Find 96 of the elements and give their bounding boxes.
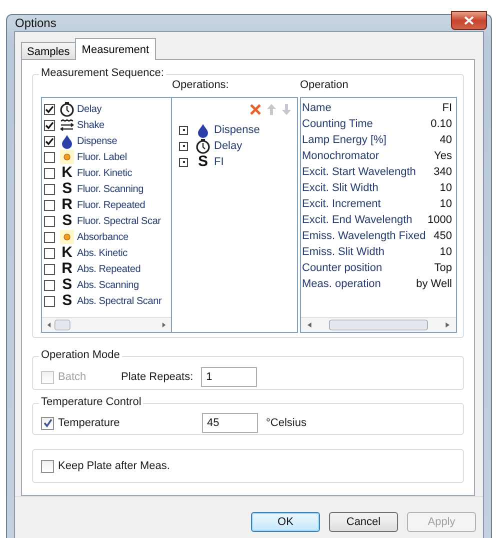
- property-name: Excit. Start Wavelength: [302, 166, 416, 178]
- stopwatch-icon: [195, 138, 211, 154]
- dialog-button[interactable]: OK: [251, 512, 320, 532]
- letter-icon: S: [59, 213, 75, 229]
- field-label: Plate Repeats:: [121, 371, 194, 383]
- list-item[interactable]: Absorbance: [77, 232, 128, 242]
- letter-icon: S: [59, 277, 75, 293]
- list-item[interactable]: Abs. Spectral Scanr: [77, 296, 162, 306]
- property-value: 10: [440, 182, 452, 194]
- list-item[interactable]: Dispense: [77, 136, 118, 146]
- property-name: Excit. Slit Width: [302, 182, 378, 194]
- property-value: FI: [442, 102, 452, 114]
- checkbox[interactable]: [44, 296, 55, 306]
- stopwatch-icon: [59, 101, 75, 117]
- property-name: Meas. operation: [302, 278, 381, 290]
- tree-item[interactable]: Delay: [214, 140, 242, 152]
- property-value: 10: [440, 198, 452, 210]
- group-title: Temperature Control: [39, 396, 144, 408]
- property-name: Counting Time: [302, 118, 373, 130]
- input-field[interactable]: 45: [202, 413, 258, 433]
- shake-icon: [59, 117, 75, 133]
- list-item[interactable]: Fluor. Repeated: [77, 200, 146, 210]
- list-item[interactable]: Fluor. Scanning: [77, 184, 144, 194]
- property-value: 40: [440, 134, 452, 146]
- droplet-icon: [59, 133, 75, 149]
- checkbox[interactable]: [44, 184, 55, 194]
- group-title: Operation Mode: [39, 349, 122, 361]
- checkbox[interactable]: [41, 460, 54, 472]
- letter-icon: K: [59, 245, 75, 261]
- property-value: Yes: [434, 150, 452, 162]
- tree-item[interactable]: Dispense: [214, 124, 260, 136]
- expand-icon[interactable]: [179, 126, 188, 134]
- unit-label: °Celsius: [266, 417, 306, 429]
- checkbox[interactable]: [41, 416, 54, 430]
- tree-item[interactable]: FI: [214, 156, 224, 168]
- property-name: Monochromator: [302, 150, 380, 162]
- column-label: Operation: [300, 79, 348, 91]
- expand-icon[interactable]: [179, 158, 188, 166]
- tab[interactable]: Measurement: [74, 38, 156, 60]
- light-icon: [59, 229, 75, 245]
- list-item[interactable]: Abs. Kinetic: [77, 248, 128, 258]
- property-name: Counter position: [302, 262, 382, 274]
- close-icon: [464, 16, 474, 24]
- droplet-icon: [195, 122, 211, 138]
- property-value: 0.10: [430, 118, 452, 130]
- close-button[interactable]: [451, 10, 487, 30]
- letter-icon: S: [195, 154, 211, 170]
- checkbox[interactable]: [44, 264, 55, 274]
- checkbox[interactable]: [44, 136, 55, 146]
- checkbox[interactable]: [44, 216, 55, 226]
- checkbox[interactable]: [44, 248, 55, 258]
- property-name: Name: [302, 102, 332, 114]
- light-icon: [59, 149, 75, 165]
- group-title: Measurement Sequence:: [39, 67, 166, 79]
- list-item[interactable]: Shake: [77, 120, 104, 130]
- checkbox[interactable]: [44, 200, 55, 210]
- letter-icon: K: [59, 165, 75, 181]
- checkbox[interactable]: [44, 232, 55, 242]
- list-item[interactable]: Fluor. Spectral Scar: [77, 216, 161, 226]
- delete-icon[interactable]: [250, 104, 261, 114]
- list-item[interactable]: Fluor. Kinetic: [77, 168, 132, 178]
- window-title: Options: [15, 16, 56, 30]
- property-value: Top: [434, 262, 452, 274]
- list-item[interactable]: Abs. Scanning: [77, 280, 139, 290]
- property-name: Emiss. Wavelength Fixed: [302, 230, 426, 242]
- checkbox[interactable]: [44, 120, 55, 130]
- letter-icon: R: [59, 261, 75, 277]
- property-name: Excit. Increment: [302, 198, 381, 210]
- property-value: 340: [434, 166, 452, 178]
- checkbox-label: Keep Plate after Meas.: [58, 460, 170, 472]
- property-value: by Well: [416, 278, 452, 290]
- property-name: Lamp Energy [%]: [302, 134, 386, 146]
- tab[interactable]: Samples: [21, 42, 76, 60]
- checkbox[interactable]: [44, 168, 55, 178]
- horizontal-scrollbar[interactable]: [301, 317, 456, 332]
- horizontal-scrollbar[interactable]: [42, 317, 171, 332]
- checkbox-label: Batch: [58, 371, 86, 383]
- column-label: Operations:: [172, 79, 229, 91]
- checkbox[interactable]: [44, 152, 55, 162]
- letter-icon: R: [59, 197, 75, 213]
- letter-icon: S: [59, 293, 75, 309]
- letter-icon: S: [59, 181, 75, 197]
- property-value: 450: [434, 230, 452, 242]
- list-item[interactable]: Fluor. Label: [77, 152, 127, 162]
- expand-icon[interactable]: [179, 142, 188, 150]
- list-item[interactable]: Delay: [77, 104, 102, 114]
- property-value: 10: [440, 246, 452, 258]
- dialog-button[interactable]: Cancel: [329, 512, 398, 532]
- checkbox-label: Temperature: [58, 417, 120, 429]
- checkbox[interactable]: [44, 280, 55, 290]
- property-value: 1000: [428, 214, 452, 226]
- property-name: Emiss. Slit Width: [302, 246, 385, 258]
- list-item[interactable]: Abs. Repeated: [77, 264, 141, 274]
- input-field[interactable]: 1: [201, 367, 258, 387]
- property-name: Excit. End Wavelength: [302, 214, 412, 226]
- checkbox[interactable]: [44, 104, 55, 114]
